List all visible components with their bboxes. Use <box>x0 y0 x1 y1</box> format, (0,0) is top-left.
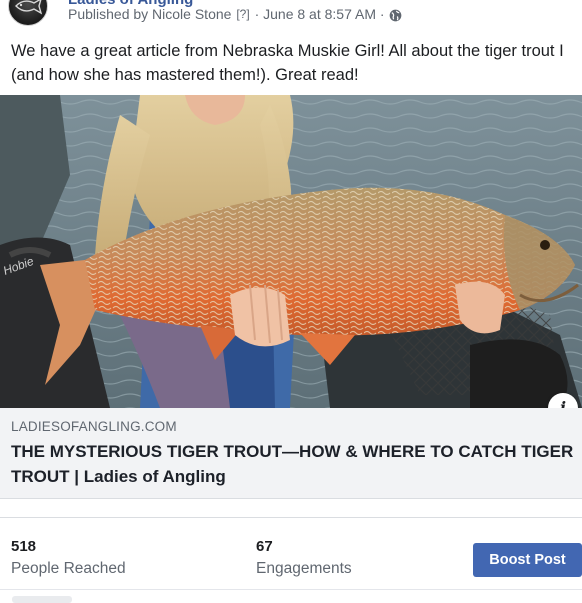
post-header: Ladies of Angling Published by Nicole St… <box>0 0 582 32</box>
bottom-divider <box>0 589 582 590</box>
people-reached-label: People Reached <box>11 560 126 577</box>
post-meta: Published by Nicole Stone [?] · June 8 a… <box>68 6 402 22</box>
link-title[interactable]: THE MYSTERIOUS TIGER TROUT—HOW & WHERE T… <box>11 439 581 489</box>
fish-logo-icon <box>15 0 43 15</box>
meta-separator-2: · <box>379 6 385 22</box>
insights-divider <box>0 517 582 518</box>
globe-icon[interactable] <box>389 9 402 22</box>
people-reached-stat[interactable]: 518 People Reached <box>11 538 126 578</box>
post-photo[interactable]: Hobie <box>0 95 582 408</box>
post-timestamp[interactable]: June 8 at 8:57 AM <box>263 6 376 22</box>
post-message: We have a great article from Nebraska Mu… <box>11 42 564 84</box>
tiger-trout-photo: Hobie <box>0 95 582 408</box>
cropped-action-row <box>12 596 72 603</box>
boost-post-button[interactable]: Boost Post <box>473 543 582 577</box>
people-reached-value: 518 <box>11 538 37 555</box>
page-avatar[interactable] <box>8 0 48 26</box>
link-domain: LADIESOFANGLING.COM <box>11 419 177 434</box>
help-marker[interactable]: [?] <box>236 7 249 21</box>
engagements-label: Engagements <box>256 560 352 577</box>
link-preview[interactable]: LADIESOFANGLING.COM THE MYSTERIOUS TIGER… <box>0 408 582 499</box>
published-by[interactable]: Published by Nicole Stone <box>68 6 231 22</box>
engagements-value: 67 <box>256 538 273 555</box>
engagements-stat[interactable]: 67 Engagements <box>256 538 352 578</box>
